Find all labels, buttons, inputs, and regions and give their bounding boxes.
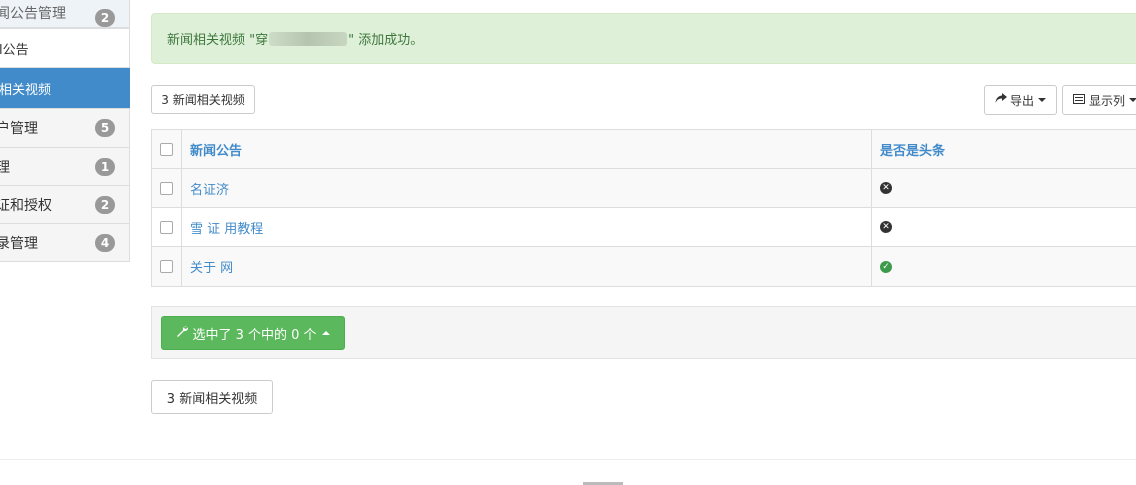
row-checkbox[interactable] xyxy=(160,181,173,195)
list-icon xyxy=(1073,93,1085,107)
row-checkbox-cell xyxy=(152,208,182,246)
row-checkbox-cell xyxy=(152,169,182,207)
table-row: 关于 网 ✓ xyxy=(152,247,1136,286)
column-header-headline[interactable]: 是否是头条 xyxy=(880,140,945,159)
success-alert: 新闻相关视频 " 穿 " 添加成功。 xyxy=(151,13,1136,64)
sidebar-item-label: 证和授权 xyxy=(0,197,52,214)
results-table: 新闻公告 是否是头条 名证济 ✕ 雪 证 用教程 ✕ 关于 网 ✓ xyxy=(151,129,1136,287)
sidebar-item-records[interactable]: 录管理 4 xyxy=(0,223,130,262)
selection-label: 选中了 3 个中的 0 个 xyxy=(192,327,317,343)
row-title-cell: 关于 网 xyxy=(182,247,872,286)
select-all-checkbox[interactable] xyxy=(160,142,173,156)
sidebar-item-auth[interactable]: 证和授权 2 xyxy=(0,185,130,224)
export-label: 导出 xyxy=(1009,93,1034,108)
alert-text-prefix: 新闻相关视频 " xyxy=(167,33,256,48)
share-icon xyxy=(995,93,1007,107)
chevron-up-icon xyxy=(321,331,330,335)
sidebar-item-management[interactable]: 理 1 xyxy=(0,147,130,186)
result-count-bottom: 3 新闻相关视频 xyxy=(151,380,273,414)
sidebar-item-news-announcement-management[interactable]: 闻公告管理 2 xyxy=(0,0,130,28)
row-flag-cell: ✓ xyxy=(872,247,1136,286)
alert-redacted-lead: 穿 xyxy=(255,33,269,48)
bulk-action-button[interactable]: 选中了 3 个中的 0 个 xyxy=(161,316,345,350)
sidebar-item-label: l公告 xyxy=(0,42,29,58)
header-title-cell: 新闻公告 xyxy=(182,130,872,168)
columns-button[interactable]: 显示列 xyxy=(1062,85,1136,115)
row-title-link[interactable]: 名证济 xyxy=(190,179,229,198)
row-title-link[interactable]: 关于 网 xyxy=(190,257,233,276)
select-all-cell xyxy=(152,130,182,168)
table-row: 雪 证 用教程 ✕ xyxy=(152,208,1136,247)
cross-icon: ✕ xyxy=(880,221,892,233)
row-flag-cell: ✕ xyxy=(872,169,1136,207)
row-title-link[interactable]: 雪 证 用教程 xyxy=(190,218,263,237)
sidebar-badge: 4 xyxy=(95,234,115,252)
sidebar-item-label: 理 xyxy=(0,157,10,177)
table-header-row: 新闻公告 是否是头条 xyxy=(152,130,1136,169)
cross-icon: ✕ xyxy=(880,182,892,194)
action-bar: 选中了 3 个中的 0 个 xyxy=(151,306,1136,359)
header-flag-cell: 是否是头条 xyxy=(872,130,1136,168)
sidebar-item-label: 相关视频 xyxy=(0,82,52,98)
wrench-icon xyxy=(176,325,189,341)
sidebar-badge: 1 xyxy=(95,158,115,176)
footer-divider xyxy=(0,459,1136,460)
column-header-title[interactable]: 新闻公告 xyxy=(190,140,242,159)
table-row: 名证济 ✕ xyxy=(152,169,1136,208)
sidebar-badge: 2 xyxy=(95,196,115,214)
sidebar-item-related-videos[interactable]: 相关视频 xyxy=(0,68,130,108)
sidebar-item-announcement[interactable]: l公告 xyxy=(0,28,130,68)
row-flag-cell: ✕ xyxy=(872,208,1136,246)
chevron-down-icon xyxy=(1129,98,1136,102)
chevron-down-icon xyxy=(1038,98,1046,102)
check-icon: ✓ xyxy=(880,260,892,273)
sidebar-badge: 5 xyxy=(95,119,115,137)
export-button[interactable]: 导出 xyxy=(984,85,1057,115)
alert-text-suffix: " 添加成功。 xyxy=(348,33,424,48)
sidebar-item-label: 闻公告管理 xyxy=(0,6,66,22)
row-title-cell: 名证济 xyxy=(182,169,872,207)
columns-label: 显示列 xyxy=(1089,93,1126,108)
sidebar-item-user-management[interactable]: 户管理 5 xyxy=(0,108,130,148)
row-checkbox-cell xyxy=(152,247,182,286)
sidebar-badge: 2 xyxy=(95,9,115,27)
row-title-cell: 雪 证 用教程 xyxy=(182,208,872,246)
redacted-text xyxy=(269,31,348,46)
row-checkbox[interactable] xyxy=(160,260,173,273)
row-checkbox[interactable] xyxy=(160,220,173,234)
sidebar-item-label: 户管理 xyxy=(0,121,38,137)
result-count: 3 新闻相关视频 xyxy=(151,85,255,114)
sidebar-item-label: 录管理 xyxy=(0,235,38,252)
